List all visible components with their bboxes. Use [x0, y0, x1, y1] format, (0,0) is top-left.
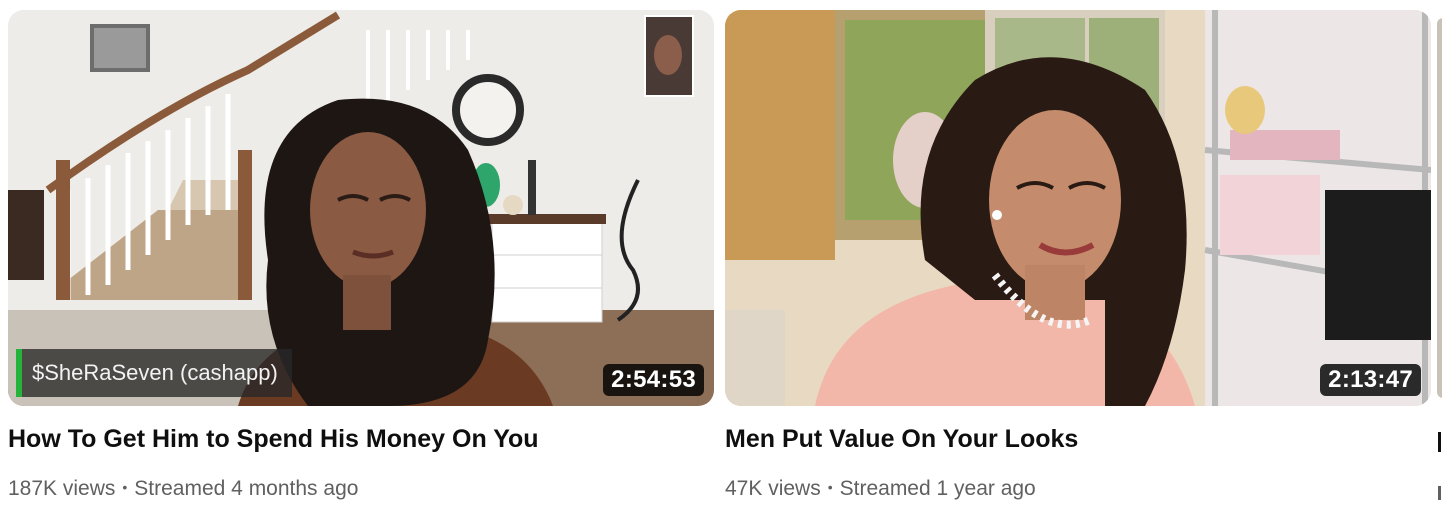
video-title[interactable]: How To Get Him to Spend His Money On You: [8, 422, 714, 456]
video-thumbnail[interactable]: 2:13:47: [725, 10, 1431, 406]
video-meta: 47K views • Streamed 1 year ago: [725, 472, 1431, 504]
duration-badge: 2:13:47: [1320, 364, 1421, 396]
next-video-thumbnail-partial[interactable]: [1437, 18, 1442, 398]
next-video-title-partial[interactable]: [1438, 432, 1441, 452]
stream-date: Streamed 4 months ago: [134, 477, 359, 500]
thumbnail-image: [725, 10, 1431, 406]
video-meta: 187K views • Streamed 4 months ago: [8, 472, 714, 504]
video-card[interactable]: $SheRaSeven (cashapp) 2:54:53 How To Get…: [8, 10, 714, 504]
duration-badge: 2:54:53: [603, 364, 704, 396]
channel-overlay-label: $SheRaSeven (cashapp): [16, 349, 292, 397]
next-video-meta-partial: [1438, 486, 1441, 500]
video-card[interactable]: 2:13:47 Men Put Value On Your Looks 47K …: [725, 10, 1431, 504]
separator-dot: •: [122, 479, 128, 495]
separator-dot: •: [827, 479, 833, 495]
thumbnail-image: [8, 10, 714, 406]
video-title[interactable]: Men Put Value On Your Looks: [725, 422, 1431, 456]
stream-date: Streamed 1 year ago: [839, 477, 1036, 500]
video-thumbnail[interactable]: $SheRaSeven (cashapp) 2:54:53: [8, 10, 714, 406]
view-count: 47K views: [725, 477, 821, 500]
view-count: 187K views: [8, 477, 116, 500]
